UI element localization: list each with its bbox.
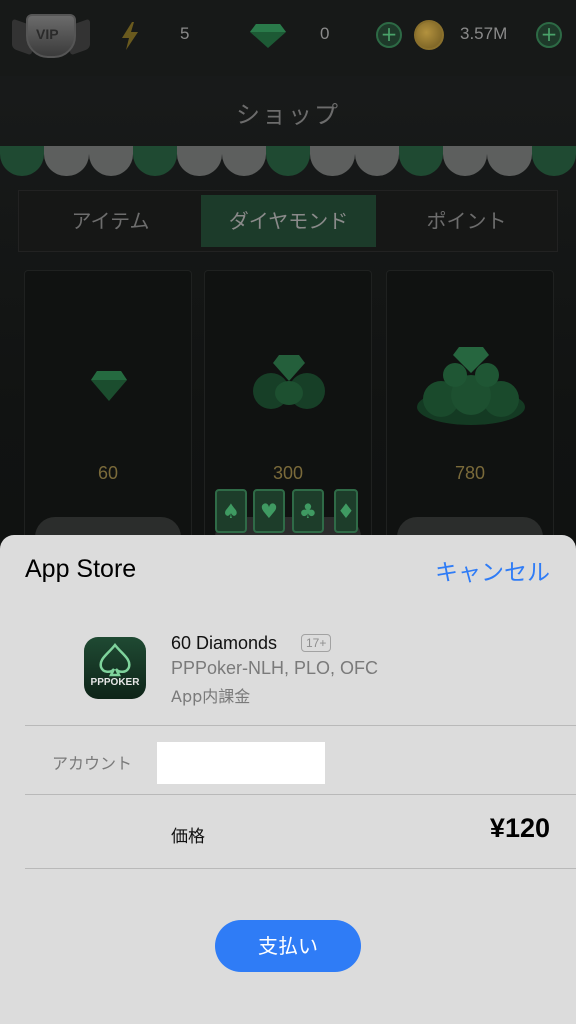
- tab-diamonds[interactable]: ダイヤモンド: [201, 195, 376, 247]
- diamond-heap-icon: [417, 347, 525, 425]
- energy-count: 5: [180, 24, 190, 43]
- heart-icon: ♥: [253, 489, 285, 533]
- account-value-redacted: [157, 742, 325, 784]
- spade-logo-icon: [99, 643, 131, 677]
- vip-badge[interactable]: VIP: [12, 14, 90, 60]
- price-value: ¥120: [489, 813, 550, 843]
- shop-tabs: アイテム ダイヤモンド ポイント: [18, 190, 558, 252]
- awning-scallop: [265, 146, 311, 176]
- app-icon-logo-text: PPPOKER: [90, 677, 140, 688]
- top-status-bar: VIP 5 0 + 3.57M +: [0, 0, 576, 76]
- diamond-amount: 780: [454, 463, 486, 483]
- awning-scallop: [398, 146, 444, 176]
- club-icon: ♣: [292, 489, 324, 533]
- app-store-purchase-sheet: App Store キャンセル PPPOKER 60 Diamonds 17+ …: [0, 535, 576, 1024]
- diamond-icon: [250, 24, 286, 48]
- tab-points[interactable]: ポイント: [379, 195, 554, 247]
- add-coins-button[interactable]: +: [536, 22, 562, 48]
- awning-scallop: [177, 146, 222, 176]
- awning-scallop: [88, 146, 133, 176]
- diamond-pile-icon: [253, 355, 325, 409]
- awning-scallop: [44, 146, 89, 176]
- diamond-count: 0: [320, 24, 330, 43]
- awning-scallop: [487, 146, 532, 176]
- age-rating-badge: 17+: [301, 634, 332, 652]
- divider: [25, 868, 576, 869]
- tab-items[interactable]: アイテム: [23, 195, 198, 247]
- awning-scallop: [354, 146, 399, 176]
- shop-title: ショップ: [236, 101, 340, 129]
- add-diamonds-button[interactable]: +: [376, 22, 402, 48]
- pay-button[interactable]: 支払い: [215, 920, 361, 972]
- awning-scallop: [0, 146, 45, 176]
- cancel-button[interactable]: キャンセル: [435, 553, 550, 587]
- product-card-60[interactable]: 60: [24, 270, 192, 570]
- vip-label: VIP: [36, 26, 59, 42]
- awning-scallop: [310, 146, 355, 176]
- app-name: PPPoker-NLH, PLO, OFC: [171, 658, 379, 678]
- product-card-780[interactable]: 780: [386, 270, 554, 570]
- awning-scallop: [531, 146, 576, 176]
- divider: [25, 794, 576, 795]
- divider: [25, 725, 576, 726]
- diamond-suit-icon: ♦: [334, 489, 358, 533]
- awning-scallop: [132, 146, 178, 176]
- awning-scallop: [443, 146, 488, 176]
- coin-icon: [414, 20, 444, 50]
- account-label: アカウント: [52, 754, 133, 773]
- app-icon: PPPOKER: [84, 637, 146, 699]
- price-label: 価格: [171, 827, 205, 847]
- coin-balance: 3.57M: [460, 24, 508, 43]
- awning-scallop: [221, 146, 266, 176]
- energy-bolt-icon: [122, 22, 138, 50]
- diamond-amount: 300: [272, 463, 304, 483]
- sheet-title: App Store: [25, 555, 137, 583]
- diamond-small-icon: [91, 371, 127, 401]
- product-name: 60 Diamonds: [171, 633, 278, 653]
- diamond-amount: 60: [97, 463, 119, 483]
- shop-awning: [0, 146, 576, 176]
- spade-icon: ♠: [215, 489, 247, 533]
- purchase-type: App内課金: [171, 687, 251, 706]
